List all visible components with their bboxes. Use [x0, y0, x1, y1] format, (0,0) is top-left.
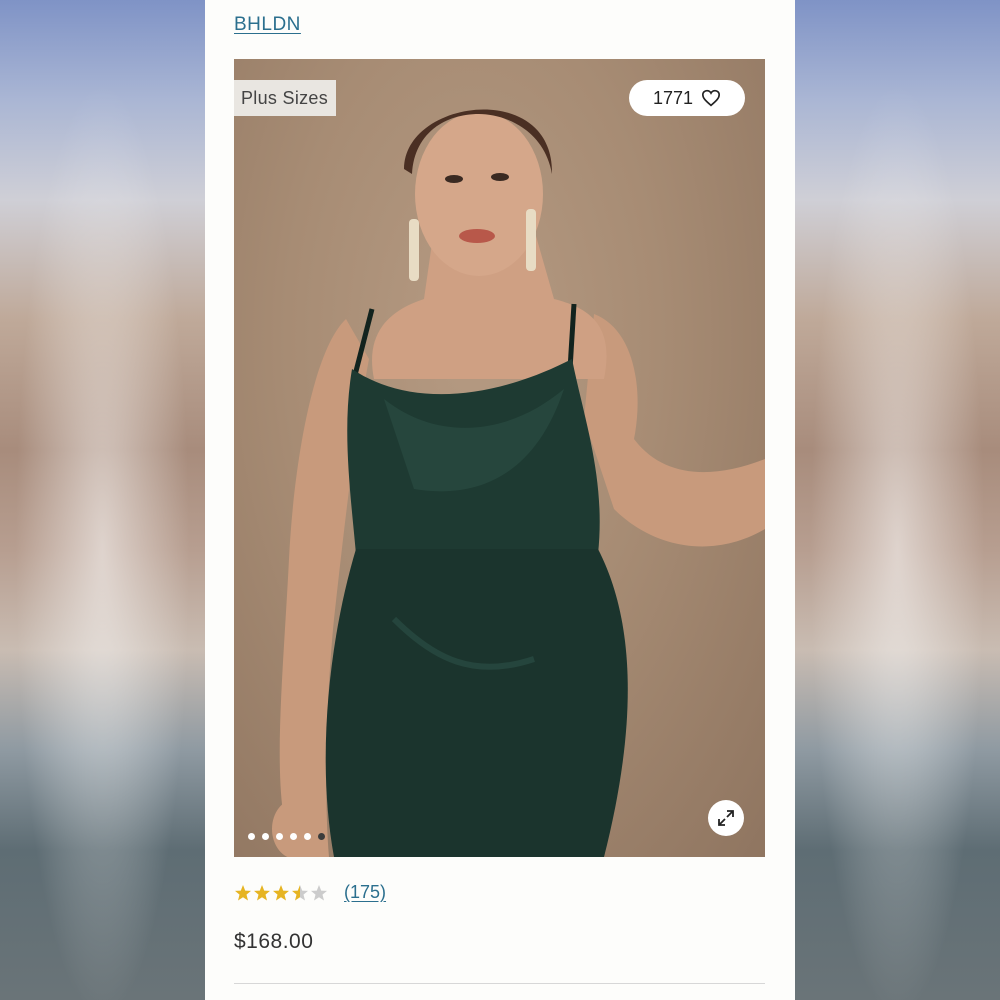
carousel-dot[interactable] — [290, 833, 297, 840]
rating-row: (175) — [234, 882, 386, 903]
carousel-dot[interactable] — [248, 833, 255, 840]
star-icon — [235, 884, 251, 900]
wishlist-button[interactable]: 1771 — [629, 80, 745, 116]
expand-icon — [718, 810, 734, 826]
star-icon — [254, 884, 270, 900]
carousel-dot[interactable] — [304, 833, 311, 840]
product-price: $168.00 — [234, 930, 314, 953]
carousel-dots — [248, 833, 325, 840]
carousel-dot[interactable] — [318, 833, 325, 840]
review-count-link[interactable]: (175) — [344, 882, 386, 903]
plus-sizes-badge: Plus Sizes — [234, 80, 337, 116]
star-icon — [273, 884, 289, 900]
star-icon — [311, 884, 327, 900]
brand-link[interactable]: BHLDN — [234, 14, 301, 36]
product-image-carousel[interactable]: Plus Sizes 1771 — [234, 59, 765, 857]
star-icon — [292, 884, 308, 900]
product-photo — [272, 109, 765, 857]
star-rating — [234, 884, 328, 902]
heart-icon — [702, 89, 721, 107]
carousel-dot[interactable] — [276, 833, 283, 840]
divider — [234, 983, 765, 984]
background-blur-left — [0, 0, 205, 1000]
carousel-dot[interactable] — [262, 833, 269, 840]
background-blur-right — [795, 0, 1000, 1000]
likes-count: 1771 — [652, 87, 694, 108]
expand-image-button[interactable] — [708, 800, 744, 836]
product-card: BHLDN Plus Sizes 1771 (175) $168.00 — [205, 0, 795, 1000]
